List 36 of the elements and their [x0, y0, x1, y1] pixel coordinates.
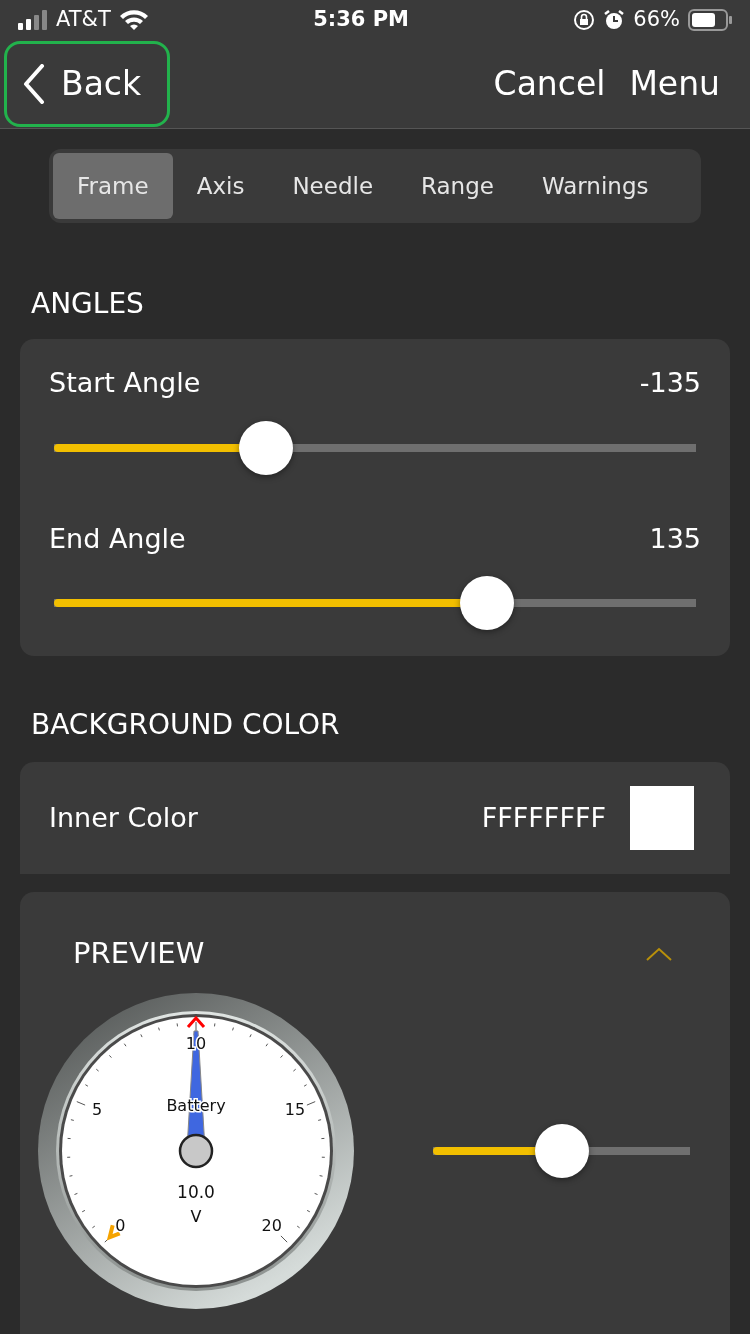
tab[interactable]: Needle: [268, 153, 398, 219]
scale-label: 5: [92, 1099, 103, 1119]
slider-value: 135: [649, 521, 701, 556]
scale-label: 0: [115, 1215, 126, 1235]
gauge-reading: 10.0: [177, 1181, 215, 1202]
collapse-chevron-icon[interactable]: [646, 945, 672, 962]
battery-icon: [688, 9, 732, 31]
section-title: BACKGROUND COLOR: [30, 707, 341, 743]
color-swatch[interactable]: [630, 786, 694, 850]
scale-label: 15: [284, 1099, 306, 1119]
color-value: FFFFFFFF: [481, 800, 606, 835]
row-label: Inner Color: [49, 800, 198, 835]
back-chevron-icon: [23, 64, 45, 104]
slider-thumb[interactable]: [460, 576, 515, 630]
tab[interactable]: Frame: [53, 153, 173, 219]
menu-button[interactable]: Menu: [629, 59, 720, 109]
battery-percent: 66%: [633, 6, 680, 34]
color-row[interactable]: Inner Color FFFFFFFF: [20, 762, 730, 874]
gauge-unit: V: [190, 1206, 202, 1225]
wifi-icon: [118, 9, 149, 31]
cancel-button[interactable]: Cancel: [493, 59, 606, 109]
clock-time: 5:36 PM: [313, 6, 409, 34]
carrier-name: AT&T: [56, 6, 111, 34]
alarm-icon: [603, 9, 626, 31]
signal-icon: [18, 10, 48, 30]
slider-label: Start Angle: [49, 366, 201, 400]
section-title: ANGLES: [30, 286, 145, 322]
tab[interactable]: Axis: [172, 153, 269, 219]
slider-value: -135: [639, 366, 701, 400]
scale-label: 20: [261, 1215, 282, 1235]
tab[interactable]: Warnings: [517, 153, 673, 219]
slider-label: End Angle: [49, 521, 186, 556]
rotation-lock-icon: [573, 9, 596, 31]
tab[interactable]: Range: [397, 153, 518, 219]
back-button[interactable]: Back: [4, 41, 170, 127]
section-title: PREVIEW: [73, 935, 205, 972]
